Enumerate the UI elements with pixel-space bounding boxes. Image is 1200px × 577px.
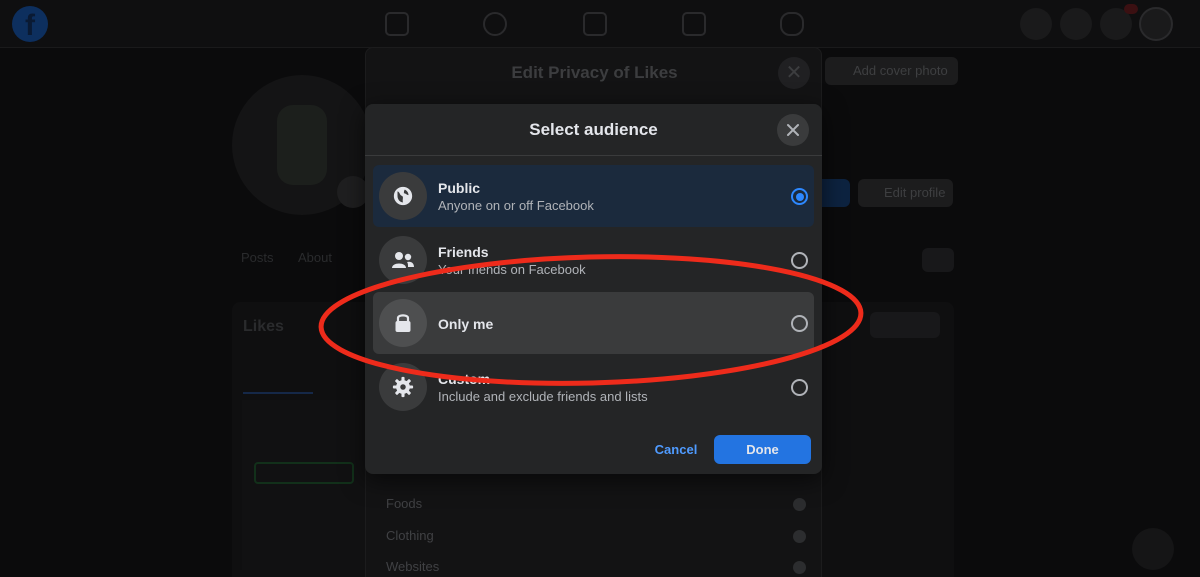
- option-description: Include and exclude friends and lists: [438, 389, 648, 404]
- messenger-icon: [1060, 8, 1092, 40]
- close-icon: ✕: [778, 57, 810, 89]
- friends-icon: [379, 236, 427, 284]
- dialog-header: Select audience: [365, 104, 822, 156]
- marketplace-icon: [682, 12, 706, 36]
- option-label: Only me: [438, 316, 494, 332]
- globe-icon: [379, 172, 427, 220]
- edit-profile-button: Edit profile: [858, 179, 953, 207]
- radio-public[interactable]: [791, 188, 808, 205]
- likes-title: Likes: [243, 318, 284, 335]
- gaming-icon: [780, 12, 804, 36]
- category-label: Websites: [386, 559, 440, 574]
- cancel-button[interactable]: Cancel: [643, 435, 709, 464]
- friends-nav-icon: [483, 12, 507, 36]
- top-navigation-bar: f: [0, 0, 1200, 48]
- list-item: Websites: [386, 551, 806, 577]
- close-icon: [787, 124, 799, 136]
- new-message-button: [1132, 528, 1174, 570]
- list-item: Clothing: [386, 520, 806, 552]
- likes-category-list: Foods Clothing Websites: [386, 488, 806, 577]
- edit-privacy-title: Edit Privacy of Likes: [511, 63, 678, 82]
- audience-option-custom[interactable]: Custom Include and exclude friends and l…: [373, 356, 814, 418]
- radio-only-me[interactable]: [791, 315, 808, 332]
- option-label: Friends: [438, 244, 489, 260]
- home-icon: [385, 12, 409, 36]
- add-story-button: [820, 179, 850, 207]
- facebook-logo-icon: f: [12, 6, 48, 42]
- account-avatar: [1139, 7, 1173, 41]
- tab-posts: Posts: [241, 250, 274, 265]
- notification-badge: [1124, 4, 1138, 14]
- audience-option-friends[interactable]: Friends Your friends on Facebook: [373, 229, 814, 291]
- audience-option-public[interactable]: Public Anyone on or off Facebook: [373, 165, 814, 227]
- radio-friends[interactable]: [791, 252, 808, 269]
- audience-option-only-me[interactable]: Only me: [373, 292, 814, 354]
- globe-icon: [793, 498, 806, 511]
- lock-icon: [379, 299, 427, 347]
- globe-icon: [793, 561, 806, 574]
- liked-page-logo: [254, 462, 354, 484]
- option-description: Anyone on or off Facebook: [438, 198, 594, 213]
- watch-icon: [583, 12, 607, 36]
- likes-tab-indicator: [243, 392, 313, 394]
- select-audience-dialog: Select audience Public Anyone on or off …: [365, 104, 822, 474]
- dialog-title: Select audience: [529, 120, 658, 139]
- gear-icon: [379, 363, 427, 411]
- option-label: Public: [438, 180, 481, 196]
- add-cover-photo-button: Add cover photo: [825, 57, 958, 85]
- globe-icon: [793, 529, 806, 543]
- option-description: Your friends on Facebook: [438, 262, 586, 277]
- dialog-close-button[interactable]: [777, 114, 809, 146]
- option-label: Custom: [438, 371, 491, 387]
- category-label: Clothing: [386, 527, 434, 543]
- category-label: Foods: [386, 496, 423, 511]
- radio-custom[interactable]: [791, 379, 808, 396]
- menu-grid-icon: [1020, 8, 1052, 40]
- list-item: Foods: [386, 488, 806, 520]
- likes-options-button: [870, 312, 940, 338]
- liked-page-thumbnail: [242, 400, 366, 570]
- done-button[interactable]: Done: [714, 435, 811, 464]
- more-options-button: [922, 248, 954, 272]
- screen: f Add cover photo Edit profile Posts Abo…: [0, 0, 1200, 577]
- tab-about: About: [298, 250, 332, 265]
